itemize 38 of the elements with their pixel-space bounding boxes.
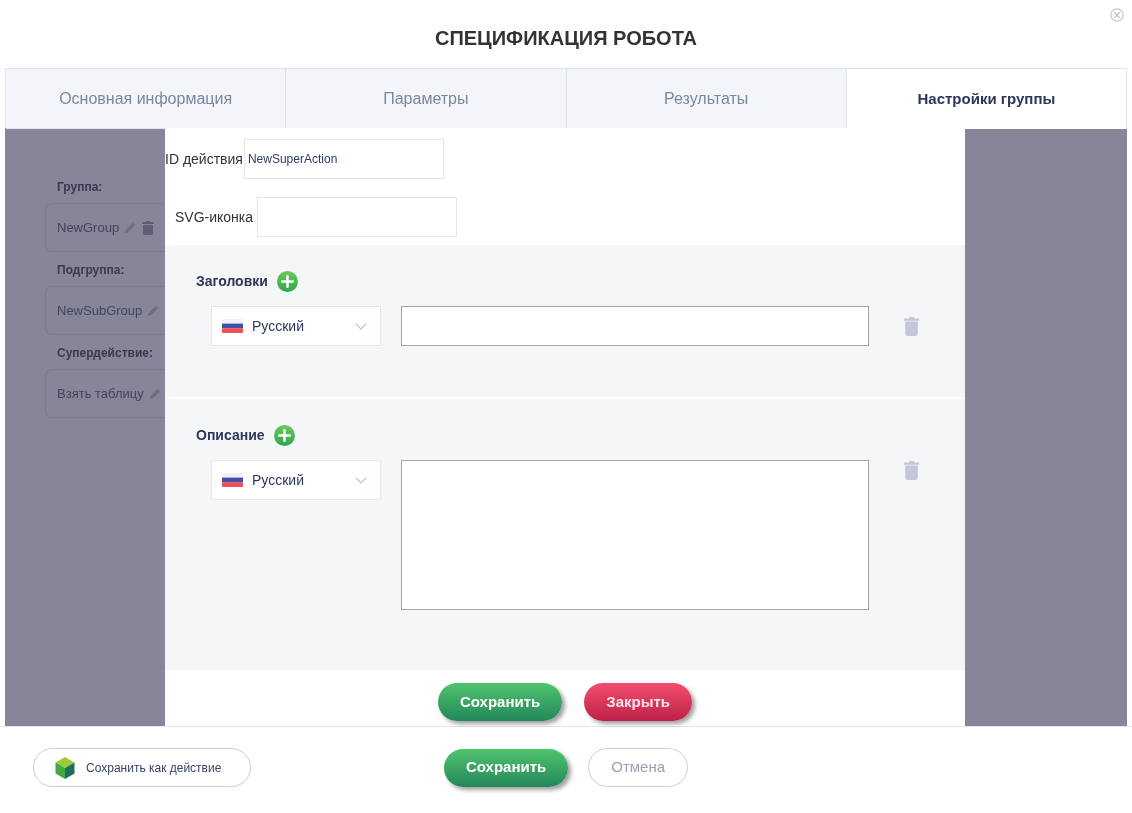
field-label: SVG-иконка: [175, 207, 254, 227]
input-field[interactable]: [401, 306, 869, 346]
chevron-icon: [355, 476, 367, 484]
tab[interactable]: Параметры: [286, 69, 567, 129]
trash-icon[interactable]: [142, 220, 155, 235]
language-select[interactable]: Русский: [211, 306, 381, 346]
tab[interactable]: Результаты: [566, 69, 847, 129]
section-heading: Описание: [196, 425, 265, 445]
tab[interactable]: Основная информация: [6, 69, 287, 129]
pencil-icon[interactable]: [124, 221, 138, 234]
input-field[interactable]: NewSuperAction: [243, 139, 444, 179]
field-value: NewGroup: [57, 219, 120, 236]
trash-icon[interactable]: [904, 317, 919, 336]
dialog-title: СПЕЦИФИКАЦИЯ РОБОТА: [434, 26, 698, 50]
pencil-icon[interactable]: [147, 304, 161, 317]
save-button[interactable]: Сохранить: [437, 683, 563, 721]
field-label: Группа:: [56, 179, 104, 195]
flag-icon: [222, 319, 243, 333]
field-label: Подгруппа:: [56, 262, 126, 278]
section-heading: Заголовки: [196, 271, 268, 291]
flag-icon: [222, 473, 243, 487]
close-icon[interactable]: [1110, 8, 1124, 22]
field-label: ID действия: [165, 149, 243, 169]
close-button[interactable]: Закрыть: [584, 683, 693, 721]
trash-icon[interactable]: [904, 461, 919, 480]
cancel-button[interactable]: Отмена: [588, 748, 689, 787]
add-icon[interactable]: [273, 424, 295, 446]
field-value: Взять таблицу: [57, 385, 144, 402]
add-icon[interactable]: [276, 270, 298, 292]
cube-icon: [55, 756, 75, 779]
field-value: NewSubGroup: [57, 302, 143, 319]
save-as-action-button[interactable]: Сохранить как действие: [33, 748, 251, 787]
pencil-icon[interactable]: [148, 387, 162, 400]
language-select[interactable]: Русский: [211, 460, 381, 500]
field-label: Супердействие:: [56, 345, 154, 361]
chevron-icon: [355, 322, 367, 330]
save-button[interactable]: Сохранить: [443, 748, 569, 787]
text-area[interactable]: [401, 460, 869, 610]
